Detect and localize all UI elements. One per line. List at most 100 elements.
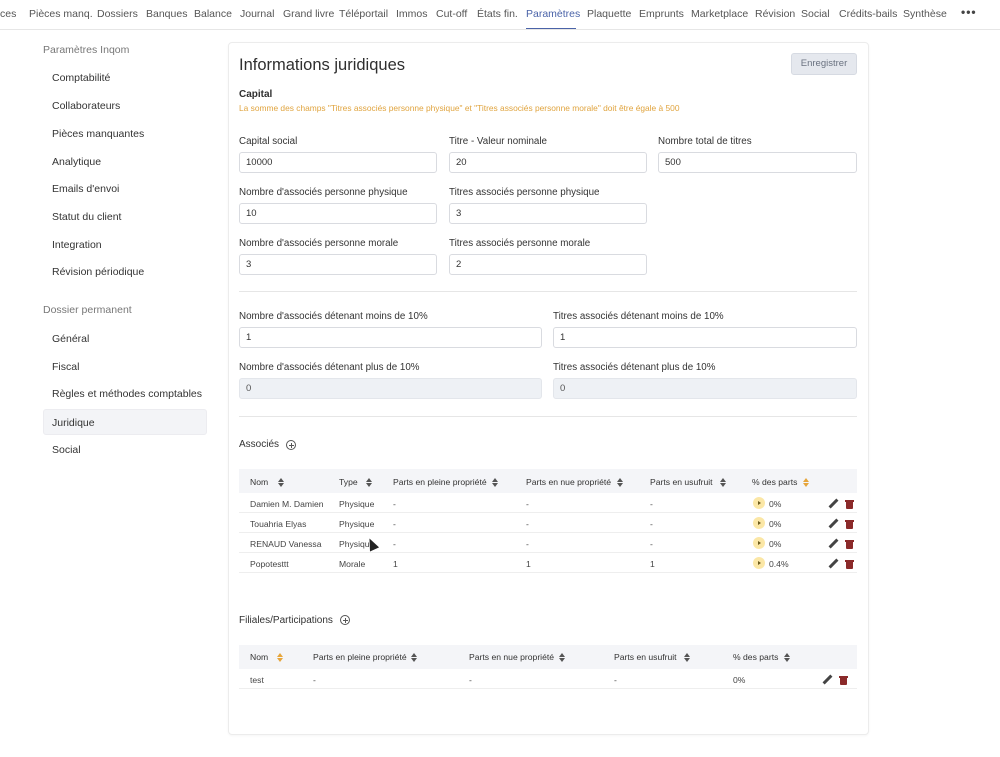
column-header-nue[interactable]: Parts en nue propriété bbox=[526, 477, 611, 487]
cell-usufruit: - bbox=[650, 519, 653, 529]
nav-item-pieces-manq[interactable]: Pièces manq. bbox=[29, 8, 93, 20]
sidebar-item-general[interactable]: Général bbox=[52, 333, 89, 345]
titres-physique-input[interactable]: 3 bbox=[449, 203, 647, 224]
cell-pleine: 1 bbox=[393, 559, 398, 569]
sidebar-item-social[interactable]: Social bbox=[52, 444, 81, 456]
nav-item-emprunts[interactable]: Emprunts bbox=[639, 8, 684, 20]
edit-icon[interactable] bbox=[828, 559, 838, 569]
delete-icon[interactable] bbox=[839, 675, 849, 685]
sidebar-item-pieces-manquantes[interactable]: Pièces manquantes bbox=[52, 128, 144, 140]
sidebar-item-regles[interactable]: Règles et méthodes comptables bbox=[52, 388, 202, 400]
nav-item-grand-livre[interactable]: Grand livre bbox=[283, 8, 334, 20]
sort-icon[interactable] bbox=[784, 653, 790, 662]
cell-usufruit: - bbox=[650, 499, 653, 509]
cell-pct: 0% bbox=[769, 519, 782, 529]
nav-item-marketplace[interactable]: Marketplace bbox=[691, 8, 748, 20]
column-header-nue[interactable]: Parts en nue propriété bbox=[469, 652, 554, 662]
column-header-nom[interactable]: Nom bbox=[250, 477, 268, 487]
sidebar-section-dossier: Dossier permanent bbox=[43, 304, 132, 316]
capital-social-input[interactable]: 10000 bbox=[239, 152, 437, 173]
titres-plus-10-label: Titres associés détenant plus de 10% bbox=[553, 362, 716, 373]
column-header-pleine[interactable]: Parts en pleine propriété bbox=[313, 652, 407, 662]
sidebar-item-collaborateurs[interactable]: Collaborateurs bbox=[52, 100, 120, 112]
nav-item-parametres[interactable]: Paramètres bbox=[526, 8, 580, 20]
sidebar-section-parametres: Paramètres Inqom bbox=[43, 44, 130, 56]
nb-associes-physique-input[interactable]: 10 bbox=[239, 203, 437, 224]
expand-icon[interactable] bbox=[753, 517, 765, 529]
sort-icon[interactable] bbox=[720, 478, 726, 487]
column-header-usufruit[interactable]: Parts en usufruit bbox=[614, 652, 677, 662]
titres-morale-input[interactable]: 2 bbox=[449, 254, 647, 275]
column-header-pct[interactable]: % des parts bbox=[733, 652, 778, 662]
nav-item-credits-bails[interactable]: Crédits-bails bbox=[839, 8, 897, 20]
sort-icon[interactable] bbox=[803, 478, 809, 487]
sort-icon[interactable] bbox=[278, 478, 284, 487]
nav-item-banques[interactable]: Banques bbox=[146, 8, 187, 20]
sidebar-item-juridique[interactable]: Juridique bbox=[52, 417, 95, 429]
edit-icon[interactable] bbox=[828, 519, 838, 529]
filiales-title: Filiales/Participations bbox=[239, 615, 333, 626]
nav-item-journal[interactable]: Journal bbox=[240, 8, 274, 20]
cell-pleine: - bbox=[313, 675, 316, 685]
delete-icon[interactable] bbox=[845, 539, 855, 549]
sort-icon[interactable] bbox=[617, 478, 623, 487]
save-button[interactable]: Enregistrer bbox=[791, 53, 857, 75]
sort-icon[interactable] bbox=[492, 478, 498, 487]
column-header-nom[interactable]: Nom bbox=[250, 652, 268, 662]
expand-icon[interactable] bbox=[753, 557, 765, 569]
sort-icon[interactable] bbox=[411, 653, 417, 662]
delete-icon[interactable] bbox=[845, 519, 855, 529]
sidebar-item-emails[interactable]: Emails d'envoi bbox=[52, 183, 119, 195]
delete-icon[interactable] bbox=[845, 499, 855, 509]
nav-item-plaquette[interactable]: Plaquette bbox=[587, 8, 631, 20]
sidebar-item-revision[interactable]: Révision périodique bbox=[52, 266, 144, 278]
edit-icon[interactable] bbox=[822, 675, 832, 685]
sort-icon[interactable] bbox=[684, 653, 690, 662]
column-header-usufruit[interactable]: Parts en usufruit bbox=[650, 477, 713, 487]
divider bbox=[239, 416, 857, 417]
more-menu-icon[interactable]: ••• bbox=[961, 5, 977, 19]
sidebar-item-statut[interactable]: Statut du client bbox=[52, 211, 121, 223]
nav-item-immos[interactable]: Immos bbox=[396, 8, 428, 20]
expand-icon[interactable] bbox=[753, 537, 765, 549]
nav-item-social[interactable]: Social bbox=[801, 8, 830, 20]
nav-item-cut-off[interactable]: Cut-off bbox=[436, 8, 467, 20]
sidebar-item-analytique[interactable]: Analytique bbox=[52, 156, 101, 168]
cell-nue: - bbox=[526, 499, 529, 509]
nav-item-etats-fin[interactable]: États fin. bbox=[477, 8, 518, 20]
expand-icon[interactable] bbox=[753, 497, 765, 509]
sidebar-item-fiscal[interactable]: Fiscal bbox=[52, 361, 79, 373]
sort-icon[interactable] bbox=[277, 653, 283, 662]
titres-physique-label: Titres associés personne physique bbox=[449, 187, 600, 198]
sort-icon[interactable] bbox=[559, 653, 565, 662]
capital-warning: La somme des champs "Titres associés per… bbox=[239, 103, 680, 113]
nav-item-teleportail[interactable]: Téléportail bbox=[339, 8, 388, 20]
column-header-pct[interactable]: % des parts bbox=[752, 477, 797, 487]
add-filiale-icon[interactable] bbox=[340, 615, 350, 625]
top-navigation: ces Pièces manq. Dossiers Banques Balanc… bbox=[0, 0, 1000, 30]
titre-valeur-input[interactable]: 20 bbox=[449, 152, 647, 173]
nombre-total-titres-label: Nombre total de titres bbox=[658, 136, 752, 147]
edit-icon[interactable] bbox=[828, 539, 838, 549]
nav-item-pieces[interactable]: ces bbox=[0, 8, 16, 20]
nombre-total-titres-input[interactable]: 500 bbox=[658, 152, 857, 173]
nb-moins-10-input[interactable]: 1 bbox=[239, 327, 542, 348]
nav-item-dossiers[interactable]: Dossiers bbox=[97, 8, 138, 20]
cell-pleine: - bbox=[393, 519, 396, 529]
column-header-type[interactable]: Type bbox=[339, 477, 358, 487]
edit-icon[interactable] bbox=[828, 499, 838, 509]
delete-icon[interactable] bbox=[845, 559, 855, 569]
nav-item-balance[interactable]: Balance bbox=[194, 8, 232, 20]
nav-item-revision[interactable]: Révision bbox=[755, 8, 795, 20]
titres-moins-10-input[interactable]: 1 bbox=[553, 327, 857, 348]
sidebar-item-comptabilite[interactable]: Comptabilité bbox=[52, 72, 110, 84]
add-associe-icon[interactable] bbox=[286, 440, 296, 450]
nb-moins-10-label: Nombre d'associés détenant moins de 10% bbox=[239, 311, 428, 322]
nb-associes-morale-input[interactable]: 3 bbox=[239, 254, 437, 275]
active-tab-indicator bbox=[526, 28, 576, 29]
nav-item-synthese[interactable]: Synthèse bbox=[903, 8, 947, 20]
column-header-pleine[interactable]: Parts en pleine propriété bbox=[393, 477, 487, 487]
cell-nom: Damien M. Damien bbox=[250, 499, 324, 509]
sidebar-item-integration[interactable]: Integration bbox=[52, 239, 102, 251]
sort-icon[interactable] bbox=[366, 478, 372, 487]
